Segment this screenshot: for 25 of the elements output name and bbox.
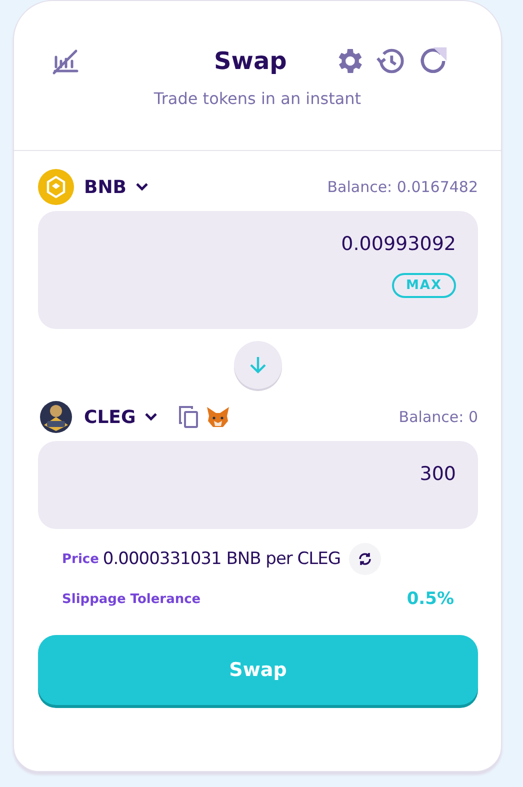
chevron-down-icon[interactable] [134,182,149,192]
fox-icon[interactable] [206,406,230,428]
swap-title: Swap [214,47,287,75]
copy-icon[interactable] [178,405,200,429]
slippage-label: Slippage Tolerance [62,592,201,606]
refresh-icon [356,551,373,567]
arrow-down-icon [248,355,268,375]
token-select[interactable]: CLEG [84,406,136,428]
switch-direction-button[interactable] [234,341,282,389]
chart-off-icon[interactable] [52,47,80,75]
balance-text: Balance: 0 [398,408,478,426]
amount-value: 0.00993092 [341,233,456,255]
amount-field[interactable]: 0.00993092 MAX [38,211,478,329]
price-value: 0.0000331031 BNB per CLEG [102,549,341,569]
price-label: Price [62,552,99,566]
swap-price-button[interactable] [348,543,381,575]
balance-text: Balance: 0.0167482 [327,178,478,196]
slippage-value: 0.5% [406,589,454,609]
amount-value: 300 [420,463,456,485]
chevron-down-icon[interactable] [144,412,158,422]
token-logo-icon [38,399,74,435]
token-select[interactable]: BNB [84,176,127,198]
subtitle: Trade tokens in an instant [154,89,362,108]
token-logo-icon [38,169,74,205]
amount-field[interactable]: 300 [38,441,478,529]
